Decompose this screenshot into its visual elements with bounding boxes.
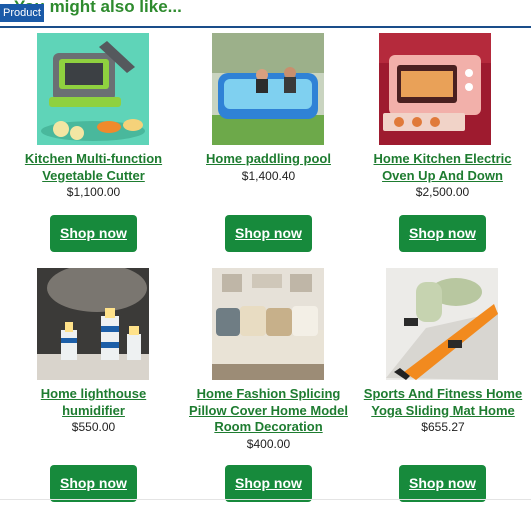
product-tag: Product <box>0 4 44 22</box>
shop-now-button[interactable]: Shop now <box>50 465 137 502</box>
product-name-link[interactable]: Home Fashion Splicing Pillow Cover Home … <box>187 386 350 436</box>
product-image-vegetable-cutter[interactable] <box>37 33 149 145</box>
product-price: $655.27 <box>421 420 465 434</box>
shop-now-button[interactable]: Shop now <box>225 215 312 252</box>
product-image-yoga-sliding-mat[interactable] <box>386 268 498 380</box>
product-image-lighthouse-humidifier[interactable] <box>37 268 149 380</box>
bottom-divider <box>0 499 531 500</box>
product-image-pillow-cover[interactable] <box>212 268 324 380</box>
shop-now-button[interactable]: Shop now <box>399 465 486 502</box>
shop-now-button[interactable]: Shop now <box>225 465 312 502</box>
product-name-link[interactable]: Kitchen Multi-function Vegetable Cutter <box>20 151 167 184</box>
product-price: $1,100.00 <box>66 185 121 199</box>
product-price: $1,400.40 <box>241 169 296 183</box>
product-image-electric-oven[interactable] <box>379 33 491 145</box>
product-name-link[interactable]: Sports And Fitness Home Yoga Sliding Mat… <box>360 386 526 419</box>
product-price: $400.00 <box>246 437 291 451</box>
product-name-link[interactable]: Home Kitchen Electric Oven Up And Down <box>369 151 516 184</box>
product-name-link[interactable]: Home lighthouse humidifier <box>20 386 167 419</box>
product-name-link[interactable]: Home paddling pool <box>195 151 342 168</box>
shop-now-button[interactable]: Shop now <box>399 215 486 252</box>
shop-now-button[interactable]: Shop now <box>50 215 137 252</box>
product-price: $550.00 <box>71 420 116 434</box>
product-image-paddling-pool[interactable] <box>212 33 324 145</box>
section-header: You might also like... Product <box>0 0 531 28</box>
product-price: $2,500.00 <box>415 185 470 199</box>
